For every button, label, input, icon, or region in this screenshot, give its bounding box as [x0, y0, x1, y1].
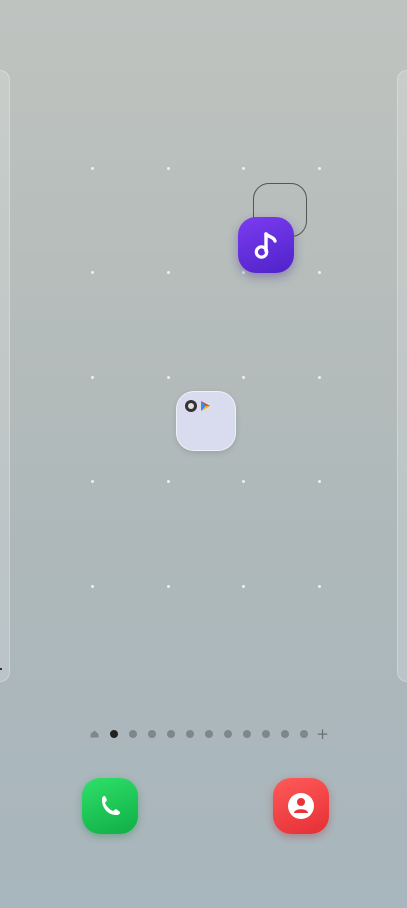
page-dot[interactable]	[142, 728, 161, 740]
grid-dot	[166, 479, 170, 483]
contacts-app-icon[interactable]	[273, 778, 329, 834]
page-dot-mark	[242, 730, 251, 738]
grid-dot	[166, 584, 170, 588]
page-dot-mark	[147, 730, 156, 738]
play-store-icon	[201, 401, 210, 411]
music-note-icon	[254, 232, 277, 259]
page-dot-mark	[128, 730, 137, 738]
grid-dot	[90, 584, 94, 588]
page-dot-mark	[166, 730, 175, 738]
grid-dot	[166, 270, 170, 274]
right-page-edge[interactable]	[397, 70, 407, 682]
grid-dot	[166, 166, 170, 170]
current-page-dot	[109, 730, 118, 738]
grid-dot	[317, 270, 321, 274]
page-dot-mark	[204, 730, 213, 738]
page-dot-mark	[185, 730, 194, 738]
grid-dot	[241, 479, 245, 483]
grid-dot	[241, 584, 245, 588]
app-folder[interactable]	[176, 391, 236, 451]
grid-dot	[90, 479, 94, 483]
page-dot[interactable]	[218, 728, 237, 740]
page-dot[interactable]	[123, 728, 142, 740]
settings-icon	[185, 400, 197, 412]
grid-dot	[317, 584, 321, 588]
page-dot-mark	[261, 730, 270, 738]
page-dot-mark	[223, 730, 232, 738]
grid-dot	[317, 479, 321, 483]
grid-dot	[241, 270, 245, 274]
page-dot[interactable]	[294, 728, 313, 740]
grid-dot	[90, 270, 94, 274]
page-dot[interactable]	[199, 728, 218, 740]
edge-handle	[0, 668, 2, 670]
grid-dot	[317, 166, 321, 170]
grid-dot	[317, 375, 321, 379]
page-dot[interactable]	[256, 728, 275, 740]
page-dot[interactable]	[237, 728, 256, 740]
page-dot-mark	[299, 730, 308, 738]
home-icon	[90, 730, 99, 738]
grid-dot	[241, 375, 245, 379]
left-page-edge[interactable]	[0, 70, 10, 682]
phone-app-icon[interactable]	[82, 778, 138, 834]
page-dot[interactable]	[275, 728, 294, 740]
music-app-icon[interactable]	[238, 217, 294, 273]
grid-dot	[90, 375, 94, 379]
page-dot[interactable]	[161, 728, 180, 740]
page-indicator[interactable]: +	[85, 727, 332, 742]
phone-icon	[102, 796, 120, 815]
grid-dot	[166, 375, 170, 379]
add-page-button[interactable]: +	[313, 727, 332, 742]
grid-dot	[241, 166, 245, 170]
contact-person-icon	[288, 793, 314, 819]
page-dot[interactable]	[104, 728, 123, 740]
grid-dot	[90, 166, 94, 170]
page-home[interactable]	[85, 728, 104, 740]
page-dot-mark	[280, 730, 289, 738]
page-dot[interactable]	[180, 728, 199, 740]
